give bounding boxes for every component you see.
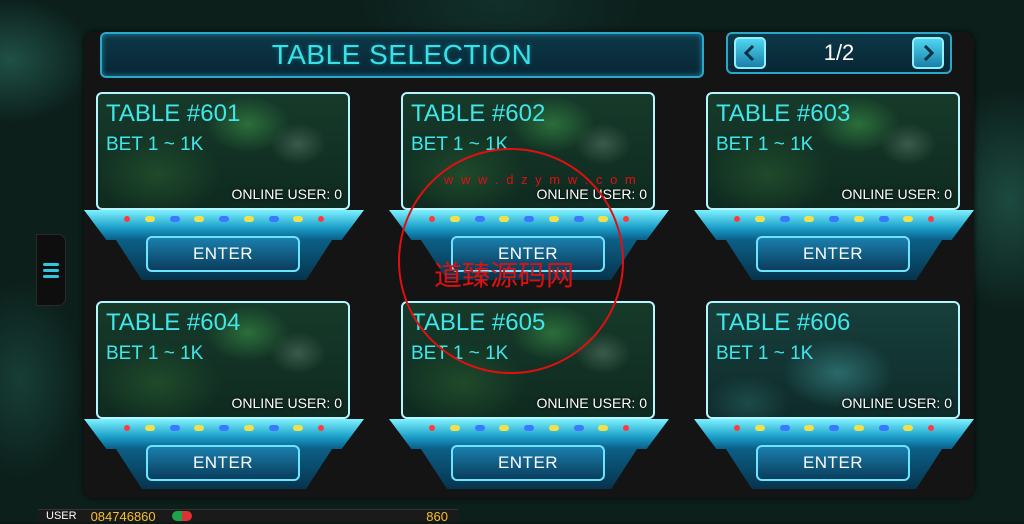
table-name: TABLE #601 [106, 100, 241, 127]
hamburger-icon [43, 262, 59, 278]
table-bet: BET 1 ~ 1K [411, 134, 509, 155]
enter-button[interactable]: ENTER [756, 236, 910, 272]
prev-page-button[interactable] [734, 37, 766, 69]
chevron-right-icon [923, 45, 935, 61]
console-buttons [124, 216, 324, 224]
online-users: ONLINE USER: 0 [536, 395, 647, 411]
table-card-604: TABLE #604 BET 1 ~ 1K ONLINE USER: 0 ENT… [84, 301, 384, 501]
table-preview: TABLE #604 BET 1 ~ 1K ONLINE USER: 0 [96, 301, 350, 419]
table-preview: TABLE #603 BET 1 ~ 1K ONLINE USER: 0 [706, 92, 960, 210]
enter-button[interactable]: ENTER [451, 236, 605, 272]
table-card-606: TABLE #606 BET 1 ~ 1K ONLINE USER: 0 ENT… [694, 301, 994, 501]
table-name: TABLE #606 [716, 309, 851, 336]
enter-button[interactable]: ENTER [756, 445, 910, 481]
user-label: USER [46, 510, 77, 522]
console-buttons [734, 216, 934, 224]
table-name: TABLE #604 [106, 309, 241, 336]
table-card-601: TABLE #601 BET 1 ~ 1K ONLINE USER: 0 ENT… [84, 92, 384, 292]
enter-button[interactable]: ENTER [146, 236, 300, 272]
enter-button[interactable]: ENTER [451, 445, 605, 481]
user-id: 084746860 [90, 508, 156, 524]
table-bet: BET 1 ~ 1K [411, 343, 509, 364]
online-users: ONLINE USER: 0 [536, 186, 647, 202]
table-name: TABLE #603 [716, 100, 851, 127]
online-users: ONLINE USER: 0 [231, 395, 342, 411]
page-title: TABLE SELECTION [271, 39, 533, 70]
table-bet: BET 1 ~ 1K [106, 343, 204, 364]
credit-balance: 860 [426, 508, 448, 524]
table-bet: BET 1 ~ 1K [106, 134, 204, 155]
table-name: TABLE #602 [411, 100, 546, 127]
table-card-605: TABLE #605 BET 1 ~ 1K ONLINE USER: 0 ENT… [389, 301, 689, 501]
page-indicator: 1/2 [823, 40, 855, 65]
table-preview: TABLE #601 BET 1 ~ 1K ONLINE USER: 0 [96, 92, 350, 210]
title-bar: TABLE SELECTION [100, 32, 704, 78]
console-buttons [734, 425, 934, 433]
side-menu-button[interactable] [36, 234, 66, 306]
flag-icon [171, 511, 192, 521]
table-bet: BET 1 ~ 1K [716, 134, 814, 155]
console-buttons [429, 425, 629, 433]
online-users: ONLINE USER: 0 [841, 186, 952, 202]
table-bet: BET 1 ~ 1K [716, 343, 814, 364]
table-name: TABLE #605 [411, 309, 546, 336]
table-card-602: TABLE #602 BET 1 ~ 1K ONLINE USER: 0 ENT… [389, 92, 689, 292]
table-preview: TABLE #606 BET 1 ~ 1K ONLINE USER: 0 [706, 301, 960, 419]
table-preview: TABLE #605 BET 1 ~ 1K ONLINE USER: 0 [401, 301, 655, 419]
console-buttons [429, 216, 629, 224]
chevron-left-icon [743, 45, 755, 61]
console-buttons [124, 425, 324, 433]
online-users: ONLINE USER: 0 [231, 186, 342, 202]
pager: 1/2 [726, 32, 952, 74]
table-preview: TABLE #602 BET 1 ~ 1K ONLINE USER: 0 [401, 92, 655, 210]
next-page-button[interactable] [912, 37, 944, 69]
status-bar: USER 084746860 860 [38, 508, 458, 524]
enter-button[interactable]: ENTER [146, 445, 300, 481]
table-card-603: TABLE #603 BET 1 ~ 1K ONLINE USER: 0 ENT… [694, 92, 994, 292]
online-users: ONLINE USER: 0 [841, 395, 952, 411]
